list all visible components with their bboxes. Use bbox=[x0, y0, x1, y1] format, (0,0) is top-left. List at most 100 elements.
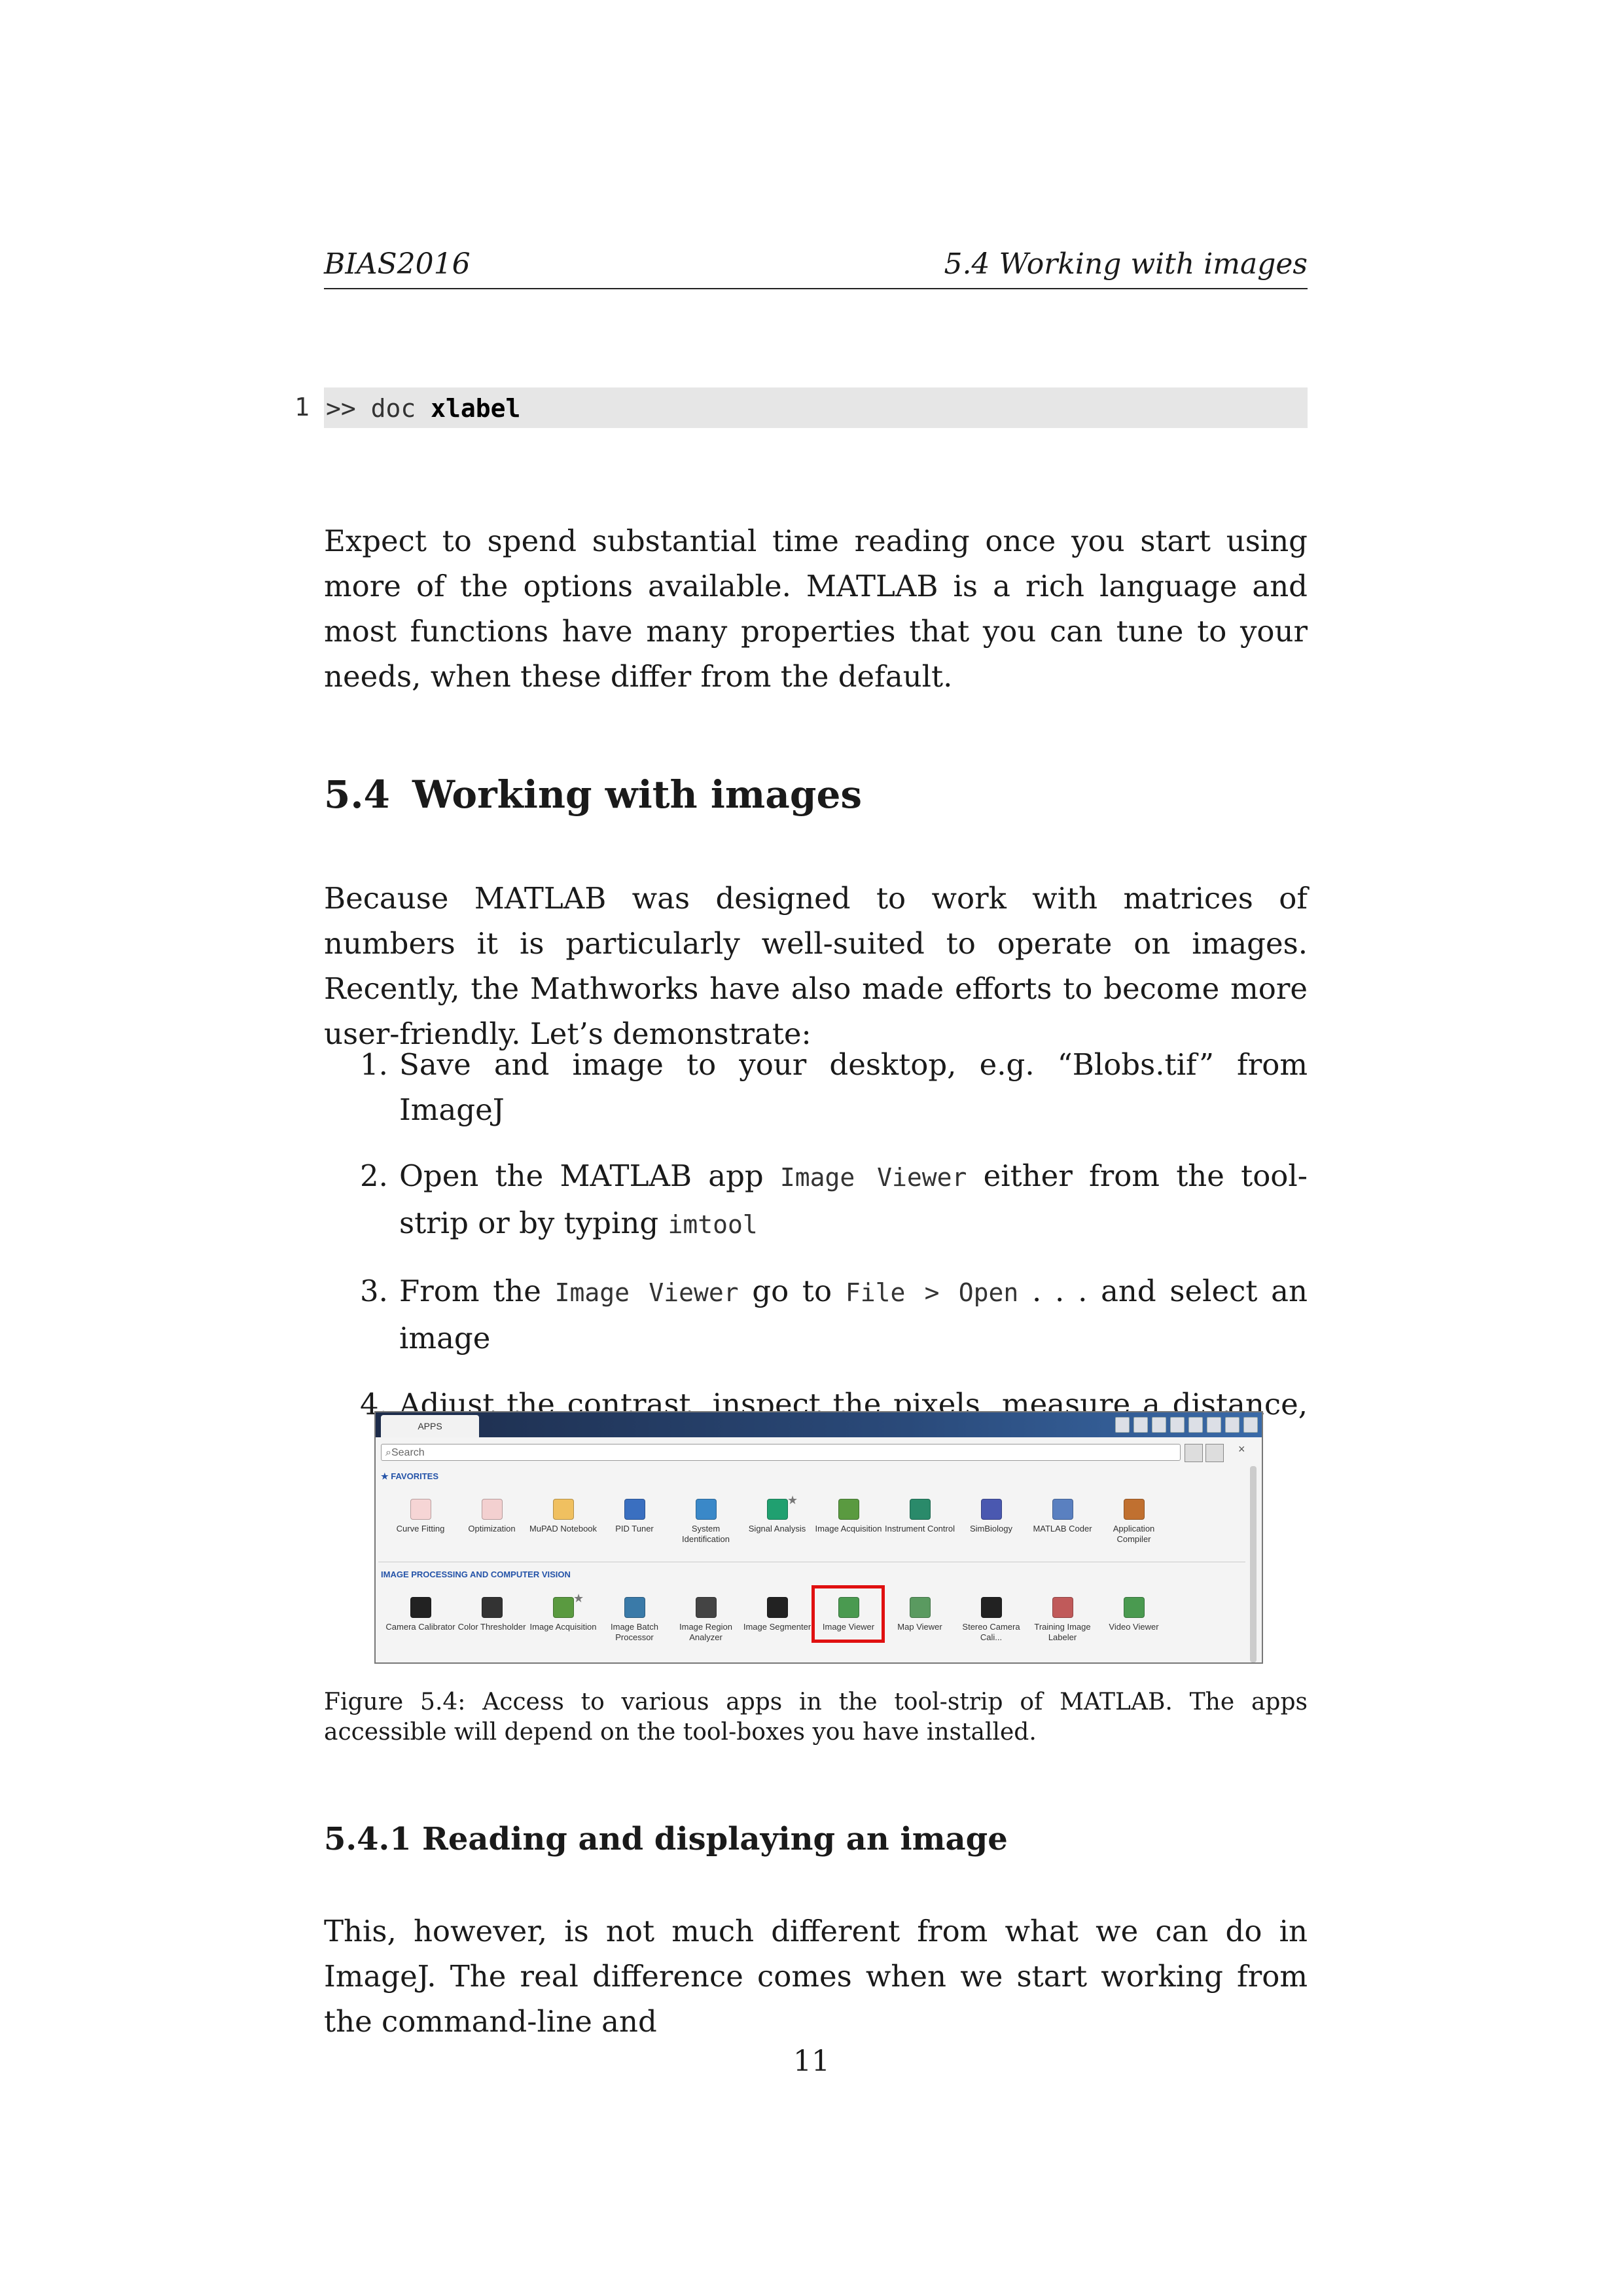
app-label: Application Compiler bbox=[1113, 1524, 1155, 1544]
toolbar-icon[interactable] bbox=[1243, 1417, 1258, 1433]
app-simbiology[interactable]: SimBiology bbox=[955, 1499, 1027, 1545]
subsection-title: Reading and displaying an image bbox=[422, 1821, 1008, 1857]
running-header-right: 5.4 Working with images bbox=[944, 247, 1308, 281]
image-acquisition-icon bbox=[552, 1597, 574, 1618]
app-application-compiler[interactable]: Application Compiler bbox=[1098, 1499, 1169, 1545]
app-pid-tuner[interactable]: PID Tuner bbox=[599, 1499, 670, 1545]
toolbar-icon[interactable] bbox=[1207, 1417, 1221, 1433]
search-input[interactable]: ⌕Search bbox=[381, 1444, 1181, 1461]
app-map-viewer[interactable]: Map Viewer bbox=[884, 1597, 955, 1643]
app-signal-analysis[interactable]: ★ Signal Analysis bbox=[741, 1494, 813, 1545]
training-labeler-icon bbox=[1052, 1597, 1073, 1618]
app-image-batch-processor[interactable]: Image Batch Processor bbox=[599, 1597, 670, 1643]
toolbar-icon[interactable] bbox=[1188, 1417, 1203, 1433]
list-item-text: Save and image to your desktop, e.g. “Bl… bbox=[399, 1047, 1308, 1127]
matlab-coder-icon bbox=[1052, 1499, 1073, 1520]
favorite-star-icon[interactable]: ★ bbox=[573, 1592, 584, 1605]
simbiology-icon bbox=[980, 1499, 1002, 1520]
code-prompt: >> doc bbox=[326, 394, 431, 423]
app-label: Image Acquisition bbox=[815, 1524, 882, 1534]
app-label: Map Viewer bbox=[897, 1622, 942, 1632]
image-segmenter-icon bbox=[766, 1597, 788, 1618]
app-instrument-control[interactable]: Instrument Control bbox=[884, 1499, 955, 1545]
app-camera-calibrator[interactable]: Camera Calibrator bbox=[385, 1597, 456, 1643]
application-compiler-icon bbox=[1123, 1499, 1145, 1520]
favorites-label-text: FAVORITES bbox=[391, 1471, 438, 1481]
section-heading: 5.4 Working with images bbox=[324, 772, 862, 817]
instrument-control-icon bbox=[909, 1499, 931, 1520]
image-viewer-highlight bbox=[812, 1585, 885, 1643]
app-label: Camera Calibrator bbox=[385, 1622, 455, 1632]
list-view-icon[interactable] bbox=[1185, 1444, 1203, 1462]
app-label: Optimization bbox=[468, 1524, 516, 1534]
app-label: Training Image Labeler bbox=[1034, 1622, 1091, 1642]
video-viewer-icon bbox=[1123, 1597, 1145, 1618]
mupad-icon bbox=[552, 1499, 574, 1520]
app-image-acquisition[interactable]: Image Acquisition bbox=[813, 1499, 884, 1545]
app-image-region-analyzer[interactable]: Image Region Analyzer bbox=[670, 1597, 741, 1643]
map-viewer-icon bbox=[909, 1597, 931, 1618]
image-processing-row: Camera Calibrator Color Thresholder ★ Image… bbox=[385, 1592, 1169, 1643]
app-image-acquisition[interactable]: ★ Image Acquisition bbox=[527, 1592, 599, 1643]
tab-apps[interactable]: APPS bbox=[381, 1415, 479, 1437]
app-curve-fitting[interactable]: Curve Fitting bbox=[385, 1499, 456, 1545]
app-label: Image Batch Processor bbox=[611, 1622, 658, 1642]
app-optimization[interactable]: Optimization bbox=[456, 1499, 527, 1545]
list-item-text: Open the MATLAB app bbox=[399, 1158, 780, 1193]
app-label: Stereo Camera Cali... bbox=[962, 1622, 1020, 1642]
app-video-viewer[interactable]: Video Viewer bbox=[1098, 1597, 1169, 1643]
header-rule bbox=[324, 288, 1308, 289]
list-item: 3. From the Image Viewer go to File > Ope… bbox=[324, 1268, 1308, 1361]
list-item-text: From the bbox=[399, 1274, 555, 1308]
pid-tuner-icon bbox=[624, 1499, 645, 1520]
app-label: System Identification bbox=[682, 1524, 730, 1544]
toolbar-icon[interactable] bbox=[1152, 1417, 1166, 1433]
app-label: Image Acquisition bbox=[529, 1622, 597, 1632]
app-label: PID Tuner bbox=[615, 1524, 654, 1534]
app-label: Video Viewer bbox=[1109, 1622, 1159, 1632]
app-label: Image Segmenter bbox=[743, 1622, 812, 1632]
app-label: MuPAD Notebook bbox=[529, 1524, 597, 1534]
search-icon: ⌕ bbox=[385, 1447, 391, 1458]
inline-code: Image Viewer bbox=[554, 1278, 739, 1307]
app-color-thresholder[interactable]: Color Thresholder bbox=[456, 1597, 527, 1643]
view-toggle bbox=[1185, 1444, 1224, 1462]
paragraph-3: This, however, is not much different fro… bbox=[324, 1914, 1308, 2039]
app-system-identification[interactable]: System Identification bbox=[670, 1499, 741, 1545]
curve-fitting-icon bbox=[410, 1499, 431, 1520]
subsection-number: 5.4.1 bbox=[324, 1821, 412, 1857]
app-matlab-coder[interactable]: MATLAB Coder bbox=[1027, 1499, 1098, 1545]
code-line: >> doc xlabel bbox=[326, 394, 520, 423]
section-number: 5.4 bbox=[324, 772, 390, 817]
app-image-segmenter[interactable]: Image Segmenter bbox=[741, 1597, 813, 1643]
app-stereo-camera-cali[interactable]: Stereo Camera Cali... bbox=[955, 1597, 1027, 1643]
app-label: SimBiology bbox=[969, 1524, 1013, 1534]
apps-gallery-panel: ⌕Search × ★ FAVORITES Curve Fitting Optim… bbox=[376, 1437, 1262, 1662]
toolbar-icon[interactable] bbox=[1115, 1417, 1130, 1433]
page-number: 11 bbox=[793, 2045, 830, 2078]
code-keyword: xlabel bbox=[431, 394, 521, 423]
list-item: 1. Save and image to your desktop, e.g. “… bbox=[324, 1042, 1308, 1132]
toolbar-icon[interactable] bbox=[1170, 1417, 1185, 1433]
section-title: Working with images bbox=[412, 772, 862, 817]
list-item-number: 3. bbox=[360, 1274, 388, 1308]
app-training-image-labeler[interactable]: Training Image Labeler bbox=[1027, 1597, 1098, 1643]
app-label: Color Thresholder bbox=[457, 1622, 526, 1632]
toolbar-icon[interactable] bbox=[1225, 1417, 1240, 1433]
quick-access-toolbar bbox=[1115, 1417, 1258, 1433]
list-item-number: 1. bbox=[360, 1047, 388, 1082]
optimization-icon bbox=[481, 1499, 503, 1520]
figure-caption: Figure 5.4: Access to various apps in th… bbox=[324, 1689, 1308, 1746]
grid-view-icon[interactable] bbox=[1205, 1444, 1224, 1462]
stereo-camera-icon bbox=[980, 1597, 1002, 1618]
favorites-row: Curve Fitting Optimization MuPAD Notebook P… bbox=[385, 1494, 1169, 1545]
toolbar-icon[interactable] bbox=[1133, 1417, 1148, 1433]
inline-code: File > Open bbox=[845, 1278, 1019, 1307]
app-mupad-notebook[interactable]: MuPAD Notebook bbox=[527, 1499, 599, 1545]
color-thresholder-icon bbox=[481, 1597, 503, 1618]
scrollbar[interactable] bbox=[1250, 1466, 1257, 1662]
favorite-star-icon[interactable]: ★ bbox=[787, 1494, 798, 1507]
paragraph-1: Expect to spend substantial time reading… bbox=[324, 524, 1308, 694]
system-id-icon bbox=[695, 1499, 717, 1520]
close-icon[interactable]: × bbox=[1238, 1443, 1245, 1456]
